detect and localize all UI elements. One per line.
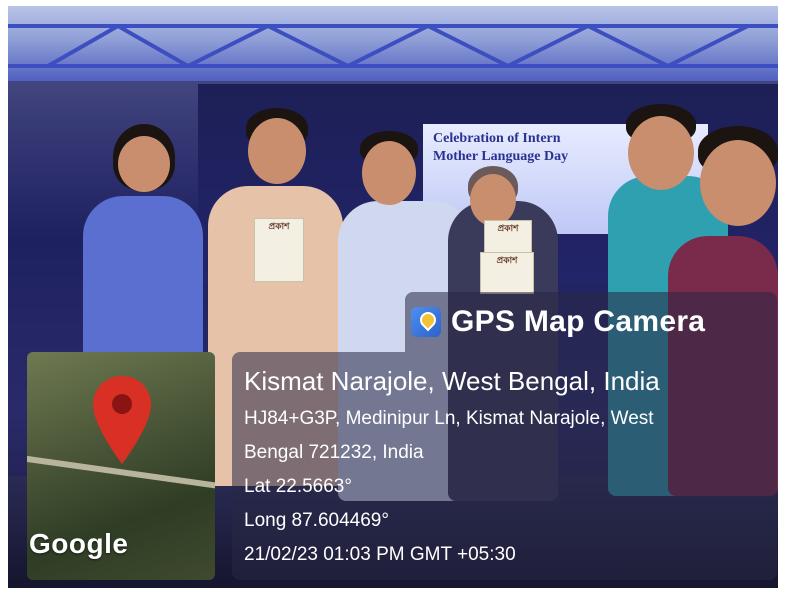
stage-roof bbox=[8, 6, 778, 81]
booklet-3: প্রকাশ bbox=[480, 252, 534, 294]
map-pin-icon bbox=[93, 376, 151, 464]
datetime: 21/02/23 01:03 PM GMT +05:30 bbox=[244, 544, 516, 565]
place-name: Kismat Narajole, West Bengal, India bbox=[244, 366, 660, 396]
latitude: Lat 22.5663° bbox=[244, 476, 352, 497]
gps-info-card: Kismat Narajole, West Bengal, India HJ84… bbox=[232, 352, 777, 580]
longitude: Long 87.604469° bbox=[244, 510, 389, 531]
google-logo: Google bbox=[29, 528, 129, 559]
map-camera-icon bbox=[411, 307, 441, 337]
gps-app-name: GPS Map Camera bbox=[451, 305, 706, 338]
map-thumbnail: Google bbox=[27, 352, 215, 580]
gps-app-header: GPS Map Camera bbox=[405, 292, 777, 352]
address-line-2: Bengal 721232, India bbox=[244, 442, 424, 463]
booklet-1: প্রকাশ bbox=[254, 218, 304, 282]
address-line-1: HJ84+G3P, Medinipur Ln, Kismat Narajole,… bbox=[244, 408, 654, 429]
